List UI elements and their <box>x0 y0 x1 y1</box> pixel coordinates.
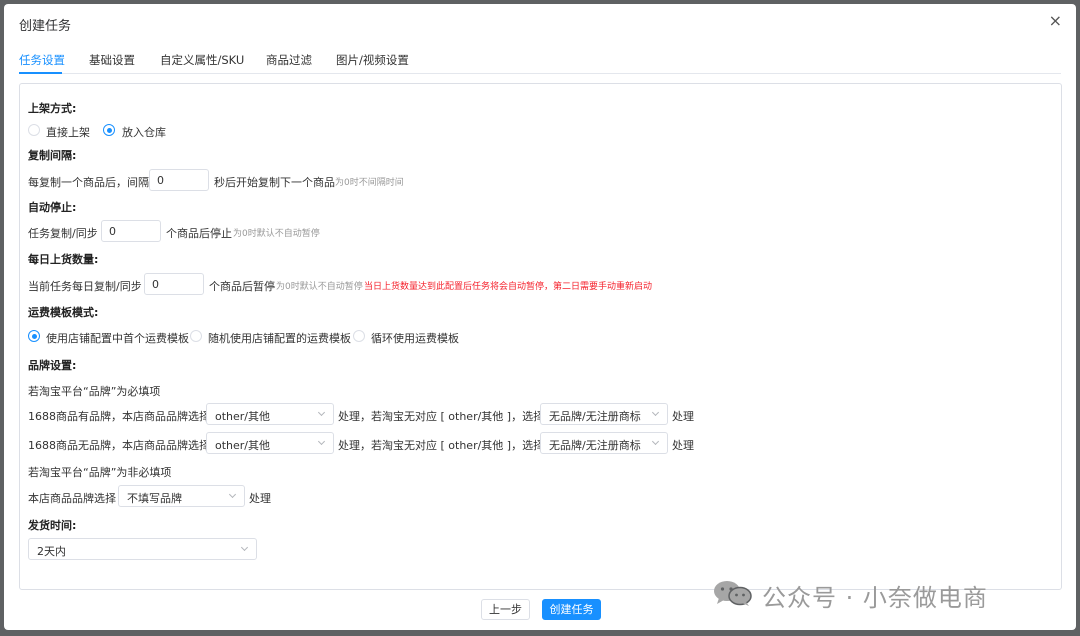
brand-settings-title: 品牌设置: <box>28 359 77 372</box>
brand-row1-fallback-value: 无品牌/无注册商标 <box>549 410 641 423</box>
copy-interval-hint: 为0时不间隔时间 <box>335 178 404 188</box>
copy-interval-title: 复制间隔: <box>28 149 77 162</box>
chevron-down-icon <box>240 543 249 552</box>
brand-required-note: 若淘宝平台“品牌”为必填项 <box>28 385 161 398</box>
chevron-down-icon <box>651 408 660 417</box>
brand-row1-select-value: other/其他 <box>215 410 271 423</box>
brand-row2-suffix: 处理 <box>672 439 694 452</box>
chevron-down-icon <box>317 408 326 417</box>
daily-limit-prefix: 当前任务每日复制/同步 <box>28 280 142 293</box>
tab-task-settings[interactable]: 任务设置 <box>19 52 65 68</box>
shipping-time-title: 发货时间: <box>28 519 77 532</box>
brand-row3-select-value: 不填写品牌 <box>127 492 182 505</box>
task-settings-panel: 上架方式: 直接上架 放入仓库 复制间隔: 每复制一个商品后，间隔 秒后开始复制… <box>19 83 1062 590</box>
brand-row2-select[interactable]: other/其他 <box>206 432 334 454</box>
copy-interval-input[interactable] <box>149 169 209 191</box>
watermark-text: 公众号 · 小奈做电商 <box>762 584 988 612</box>
prev-step-button[interactable]: 上一步 <box>481 599 530 620</box>
radio-direct-listing-label[interactable]: 直接上架 <box>46 124 90 140</box>
tab-product-filter[interactable]: 商品过滤 <box>266 52 312 68</box>
shipping-time-select[interactable]: 2天内 <box>28 538 257 560</box>
wechat-icon <box>714 581 752 606</box>
freight-template-title: 运费模板模式: <box>28 306 99 319</box>
daily-limit-hint: 为0时默认不自动暂停 <box>276 282 363 292</box>
brand-optional-note: 若淘宝平台“品牌”为非必填项 <box>28 466 172 479</box>
brand-row2-fallback-select[interactable]: 无品牌/无注册商标 <box>540 432 668 454</box>
chevron-down-icon <box>317 437 326 446</box>
auto-stop-suffix: 个商品后停止 <box>166 227 232 240</box>
daily-limit-suffix: 个商品后暂停 <box>209 280 275 293</box>
brand-row2-middle: 处理，若淘宝无对应 [ other/其他 ]，选择 <box>338 439 545 452</box>
brand-row2-fallback-value: 无品牌/无注册商标 <box>549 439 641 452</box>
radio-direct-listing[interactable] <box>28 124 40 136</box>
radio-freight-random-template-label[interactable]: 随机使用店铺配置的运费模板 <box>208 330 351 346</box>
brand-row1-fallback-select[interactable]: 无品牌/无注册商标 <box>540 403 668 425</box>
radio-put-in-warehouse-label[interactable]: 放入仓库 <box>122 124 166 140</box>
brand-row1-select[interactable]: other/其他 <box>206 403 334 425</box>
brand-row2-prefix: 1688商品无品牌，本店商品品牌选择 <box>28 439 210 452</box>
tab-basic-settings[interactable]: 基础设置 <box>89 52 135 68</box>
auto-stop-input[interactable] <box>101 220 161 242</box>
brand-row1-middle: 处理，若淘宝无对应 [ other/其他 ]，选择 <box>338 410 545 423</box>
brand-row1-suffix: 处理 <box>672 410 694 423</box>
copy-interval-suffix: 秒后开始复制下一个商品 <box>214 176 335 189</box>
daily-limit-title: 每日上货数量: <box>28 253 99 266</box>
shipping-time-value: 2天内 <box>37 545 66 558</box>
brand-row1-prefix: 1688商品有品牌，本店商品品牌选择 <box>28 410 210 423</box>
tab-image-video-settings[interactable]: 图片/视频设置 <box>336 52 409 68</box>
radio-freight-first-template-label[interactable]: 使用店铺配置中首个运费模板 <box>46 330 189 346</box>
daily-limit-warning: 当日上货数量达到此配置后任务将会自动暂停，第二日需要手动重新启动 <box>364 282 653 292</box>
radio-freight-random-template[interactable] <box>190 330 202 342</box>
chevron-down-icon <box>228 490 237 499</box>
close-icon[interactable]: × <box>1049 13 1062 29</box>
copy-interval-prefix: 每复制一个商品后，间隔 <box>28 176 149 189</box>
tab-custom-attributes-sku[interactable]: 自定义属性/SKU <box>160 52 244 68</box>
active-tab-indicator <box>19 72 62 74</box>
brand-row2-select-value: other/其他 <box>215 439 271 452</box>
radio-freight-cycle-template[interactable] <box>353 330 365 342</box>
auto-stop-title: 自动停止: <box>28 201 77 214</box>
chevron-down-icon <box>651 437 660 446</box>
auto-stop-hint: 为0时默认不自动暂停 <box>233 229 320 239</box>
radio-freight-cycle-template-label[interactable]: 循环使用运费模板 <box>371 330 459 346</box>
auto-stop-prefix: 任务复制/同步 <box>28 227 98 240</box>
create-task-button[interactable]: 创建任务 <box>542 599 601 620</box>
listing-method-title: 上架方式: <box>28 102 77 115</box>
daily-limit-input[interactable] <box>144 273 204 295</box>
brand-row3-suffix: 处理 <box>249 492 271 505</box>
tab-bar: 任务设置 基础设置 自定义属性/SKU 商品过滤 图片/视频设置 <box>19 50 1061 74</box>
brand-row3-select[interactable]: 不填写品牌 <box>118 485 245 507</box>
create-task-dialog: 创建任务 × 任务设置 基础设置 自定义属性/SKU 商品过滤 图片/视频设置 … <box>4 4 1076 630</box>
radio-freight-first-template[interactable] <box>28 330 40 342</box>
radio-put-in-warehouse[interactable] <box>103 124 115 136</box>
dialog-title: 创建任务 <box>19 19 72 34</box>
brand-row3-prefix: 本店商品品牌选择 <box>28 492 116 505</box>
